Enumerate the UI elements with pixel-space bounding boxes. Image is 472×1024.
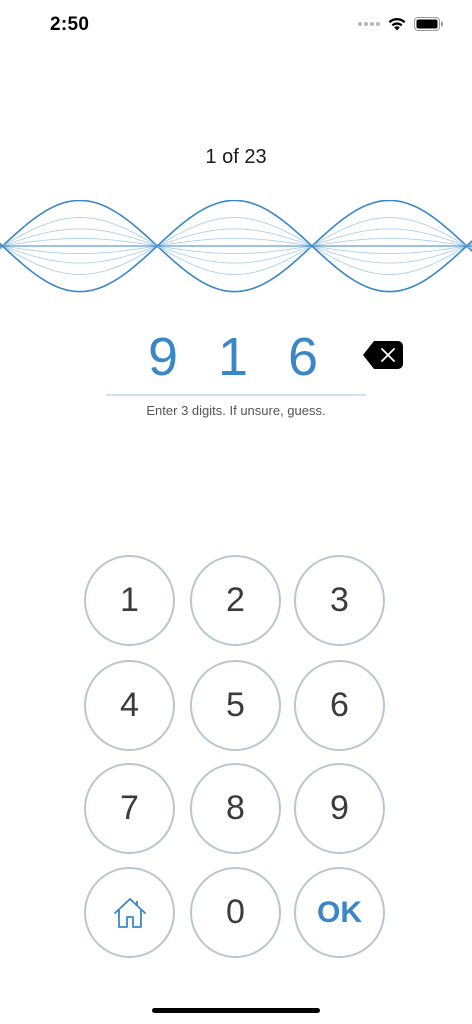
key-1[interactable]: 1	[84, 555, 175, 646]
signal-icon	[358, 21, 380, 26]
ok-button[interactable]: OK	[294, 867, 385, 958]
home-icon	[113, 897, 146, 928]
waveform	[0, 200, 472, 293]
status-icons	[358, 16, 444, 31]
entry-hint: Enter 3 digits. If unsure, guess.	[146, 403, 326, 418]
key-3[interactable]: 3	[294, 555, 385, 646]
digit-1: 9	[147, 327, 179, 387]
status-time: 2:50	[50, 14, 90, 35]
key-2[interactable]: 2	[190, 555, 281, 646]
digit-entry: 9 1 6	[108, 325, 364, 389]
digit-3: 6	[287, 327, 319, 387]
status-bar: 2:50	[0, 0, 472, 54]
key-0[interactable]: 0	[190, 867, 281, 958]
home-indicator	[152, 1008, 320, 1013]
wifi-icon	[388, 17, 406, 31]
key-4[interactable]: 4	[84, 660, 175, 751]
battery-icon	[414, 16, 443, 31]
key-9[interactable]: 9	[294, 763, 385, 854]
key-5[interactable]: 5	[190, 660, 281, 751]
key-7[interactable]: 7	[84, 763, 175, 854]
key-8[interactable]: 8	[190, 763, 281, 854]
home-button[interactable]	[84, 867, 175, 958]
backspace-icon	[363, 341, 403, 369]
digit-2: 1	[217, 327, 249, 387]
progress-label: 1 of 23	[205, 146, 267, 168]
backspace-button[interactable]	[362, 340, 404, 370]
entry-underline	[106, 394, 366, 396]
key-6[interactable]: 6	[294, 660, 385, 751]
